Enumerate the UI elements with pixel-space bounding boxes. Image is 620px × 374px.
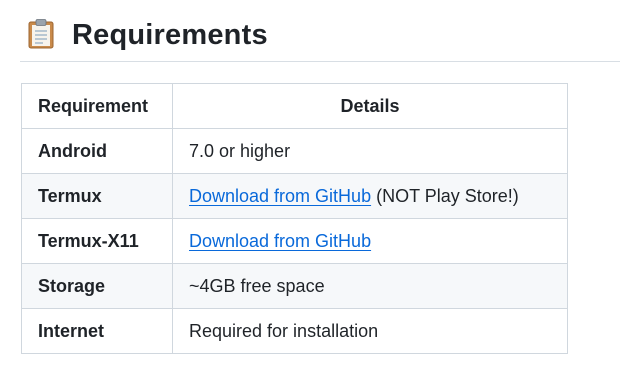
header-requirement: Requirement bbox=[21, 83, 173, 129]
details-cell: 7.0 or higher bbox=[172, 128, 568, 174]
requirement-cell: Internet bbox=[21, 308, 173, 354]
termux-download-link[interactable]: Download from GitHub bbox=[189, 186, 371, 206]
header-details: Details bbox=[172, 83, 568, 129]
table-row: Storage ~4GB free space bbox=[21, 263, 568, 309]
requirements-table: Requirement Details Android 7.0 or highe… bbox=[21, 83, 568, 354]
table-row: Internet Required for installation bbox=[21, 308, 568, 354]
section-heading: Requirements bbox=[20, 12, 620, 62]
requirement-cell: Termux-X11 bbox=[21, 218, 173, 264]
table-row: Android 7.0 or higher bbox=[21, 128, 568, 174]
requirement-cell: Android bbox=[21, 128, 173, 174]
details-cell: ~4GB free space bbox=[172, 263, 568, 309]
table-row: Termux-X11 Download from GitHub bbox=[21, 218, 568, 264]
requirement-cell: Storage bbox=[21, 263, 173, 309]
details-cell: Download from GitHub (NOT Play Store!) bbox=[172, 173, 568, 219]
clipboard-icon bbox=[28, 19, 54, 49]
table-header-row: Requirement Details bbox=[21, 83, 568, 129]
termux-x11-download-link[interactable]: Download from GitHub bbox=[189, 231, 371, 251]
requirement-cell: Termux bbox=[21, 173, 173, 219]
page-title: Requirements bbox=[72, 19, 268, 51]
details-cell: Required for installation bbox=[172, 308, 568, 354]
details-cell: Download from GitHub bbox=[172, 218, 568, 264]
table-row: Termux Download from GitHub (NOT Play St… bbox=[21, 173, 568, 219]
details-note: (NOT Play Store!) bbox=[376, 185, 519, 206]
